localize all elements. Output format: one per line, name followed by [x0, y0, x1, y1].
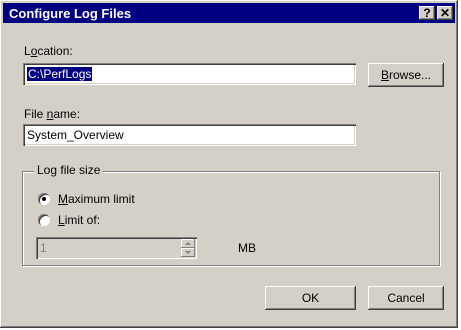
ok-button[interactable]: OK [265, 286, 356, 310]
up-arrow-icon [185, 242, 191, 245]
location-value: C:\PerfLogs [27, 67, 93, 81]
browse-button[interactable]: Browse... [368, 63, 444, 87]
window-title: Configure Log Files [9, 6, 132, 21]
cancel-button[interactable]: Cancel [368, 286, 444, 310]
size-unit-label: MB [238, 241, 256, 255]
maximum-limit-label[interactable]: Maximum limit [58, 192, 135, 206]
file-name-value: System_Overview [27, 128, 124, 142]
limit-size-value: 1 [40, 241, 47, 255]
limit-size-spinner: 1 [36, 237, 197, 259]
maximum-limit-radio[interactable] [38, 193, 50, 205]
location-input[interactable]: C:\PerfLogs [23, 63, 356, 85]
radio-selected-dot [42, 197, 46, 201]
file-name-label: File name: [24, 107, 81, 121]
location-label: Location: [24, 44, 73, 58]
spin-down-button [181, 248, 195, 257]
configure-log-files-dialog: Configure Log Files ? ✕ Location: C:\Per… [0, 0, 458, 328]
title-bar[interactable]: Configure Log Files ? ✕ [3, 3, 455, 23]
file-name-input[interactable]: System_Overview [23, 124, 356, 146]
close-button[interactable]: ✕ [437, 6, 453, 20]
help-button[interactable]: ? [419, 6, 435, 20]
limit-of-label[interactable]: Limit of: [58, 213, 100, 227]
limit-of-radio[interactable] [38, 214, 50, 226]
spin-up-button [181, 239, 195, 248]
down-arrow-icon [185, 251, 191, 254]
log-file-size-title: Log file size [34, 163, 104, 177]
